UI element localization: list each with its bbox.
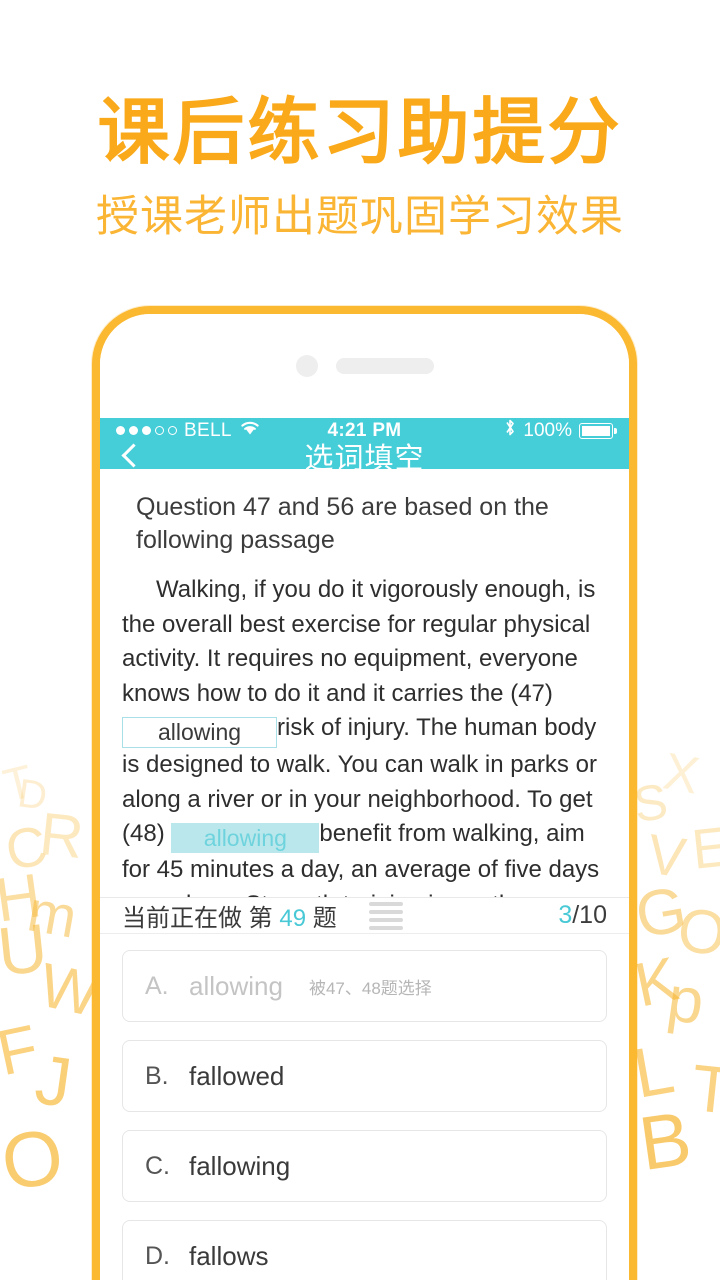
option-a-text: allowing: [189, 970, 283, 1001]
option-b-letter: B.: [145, 1061, 169, 1090]
battery-full-icon: [579, 422, 617, 439]
bg-letter-o-10: O: [0, 1111, 69, 1207]
progress-bar-row: 当前正在做 第 49 题 3/10: [100, 897, 629, 934]
answer-options-list: A. allowing 被47、48题选择 B. fallowed C. fal…: [100, 934, 629, 1280]
list-menu-icon[interactable]: [368, 901, 403, 930]
bluetooth-icon: [504, 418, 516, 443]
option-c[interactable]: C. fallowing: [122, 1130, 607, 1202]
status-bar-right: 100%: [504, 418, 617, 443]
bg-letter-g-15: G: [630, 872, 692, 952]
option-b-text: fallowed: [189, 1060, 285, 1091]
option-a-note: 被47、48题选择: [308, 978, 432, 998]
question-counter: 3/10: [558, 901, 607, 930]
blank-48[interactable]: allowing: [171, 823, 320, 854]
bg-letter-t-20: T: [688, 1050, 720, 1128]
option-d-letter: D.: [145, 1241, 170, 1270]
option-b[interactable]: B. fallowed: [122, 1040, 607, 1112]
doing-number: 49: [279, 905, 307, 932]
battery-percent-label: 100%: [523, 419, 572, 441]
passage-body: Walking, if you do it vigorously enough,…: [122, 573, 607, 897]
bg-letter-t-0: T: [0, 754, 38, 812]
bg-letter-c-2: C: [0, 812, 52, 883]
promo-subheadline: 授课老师出题巩固学习效果: [96, 192, 624, 241]
bg-letter-d-1: D: [15, 771, 50, 819]
blank-47[interactable]: allowing: [122, 717, 277, 749]
passage-sentence-1: Walking, if you do it vigorously enough,…: [122, 576, 596, 707]
bg-letter-k-17: K: [629, 944, 684, 1021]
question-heading: Question 47 and 56 are based on the foll…: [136, 493, 549, 554]
current-question-label: 当前正在做 第 49 题: [122, 898, 337, 933]
front-camera-icon: [295, 355, 318, 377]
promo-header: 课后练习助提分 授课老师出题巩固学习效果: [0, 0, 720, 241]
option-a[interactable]: A. allowing 被47、48题选择: [122, 950, 607, 1022]
counter-total: /10: [572, 901, 607, 929]
option-c-text: fallowing: [189, 1150, 291, 1181]
option-d-text: fallows: [189, 1240, 269, 1271]
bg-letter-r-3: R: [36, 799, 87, 872]
earpiece-speaker-icon: [335, 358, 434, 374]
nav-bar: 选词填空: [100, 443, 629, 475]
bg-letter-p-18: p: [663, 961, 709, 1039]
phone-top-bezel: [100, 314, 629, 418]
bg-letter-v-13: V: [643, 821, 690, 890]
bg-letter-m-5: m: [22, 878, 82, 951]
passage-container: Question 47 and 56 are based on the foll…: [100, 469, 629, 897]
bg-letter-h-4: H: [0, 861, 46, 936]
counter-current: 3: [558, 901, 573, 929]
doing-prefix: 当前正在做 第: [122, 905, 273, 932]
option-c-letter: C.: [145, 1151, 170, 1180]
bg-letter-b-21: B: [634, 1095, 697, 1188]
bg-letter-o-16: O: [674, 895, 720, 970]
bg-letter-f-8: F: [0, 1010, 45, 1090]
option-d[interactable]: D. fallows: [122, 1220, 607, 1280]
bg-letter-j-9: J: [30, 1039, 77, 1123]
promo-headline: 课后练习助提分: [97, 93, 623, 173]
phone-screen: BELL 4:21 PM 100% 选词填空 Question 47 and 5…: [100, 418, 629, 1280]
doing-suffix: 题: [312, 905, 337, 932]
option-a-letter: A.: [145, 971, 169, 1000]
bg-letter-u-6: U: [0, 909, 51, 991]
bg-letter-x-11: X: [659, 742, 704, 806]
phone-mockup: BELL 4:21 PM 100% 选词填空 Question 47 and 5…: [92, 306, 637, 1280]
bg-letter-e-14: E: [688, 814, 720, 881]
